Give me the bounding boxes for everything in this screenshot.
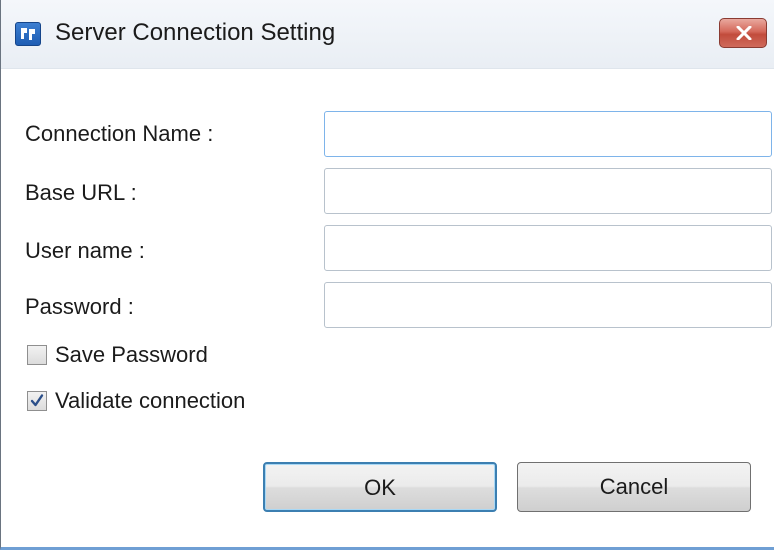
server-connection-dialog: Server Connection Setting Connection Nam… [0, 0, 774, 550]
base-url-label: Base URL : [25, 180, 137, 205]
validate-connection-label[interactable]: Validate connection [55, 388, 245, 414]
password-input[interactable] [324, 282, 772, 328]
connection-name-label: Connection Name : [25, 121, 214, 146]
save-password-checkbox[interactable] [27, 345, 47, 365]
user-name-input[interactable] [324, 225, 772, 271]
password-label: Password : [25, 294, 134, 319]
close-icon [736, 26, 752, 40]
window-title: Server Connection Setting [55, 19, 336, 46]
checkmark-icon [30, 394, 44, 407]
ok-button[interactable]: OK [263, 462, 497, 512]
validate-connection-checkbox[interactable] [27, 391, 47, 411]
save-password-label[interactable]: Save Password [55, 342, 208, 368]
close-button[interactable] [719, 18, 767, 48]
title-bar[interactable]: Server Connection Setting [1, 0, 774, 69]
user-name-label: User name : [25, 238, 145, 263]
base-url-input[interactable] [324, 168, 772, 214]
app-logo-icon [15, 22, 41, 46]
cancel-button[interactable]: Cancel [517, 462, 751, 512]
connection-name-input[interactable] [324, 111, 772, 157]
